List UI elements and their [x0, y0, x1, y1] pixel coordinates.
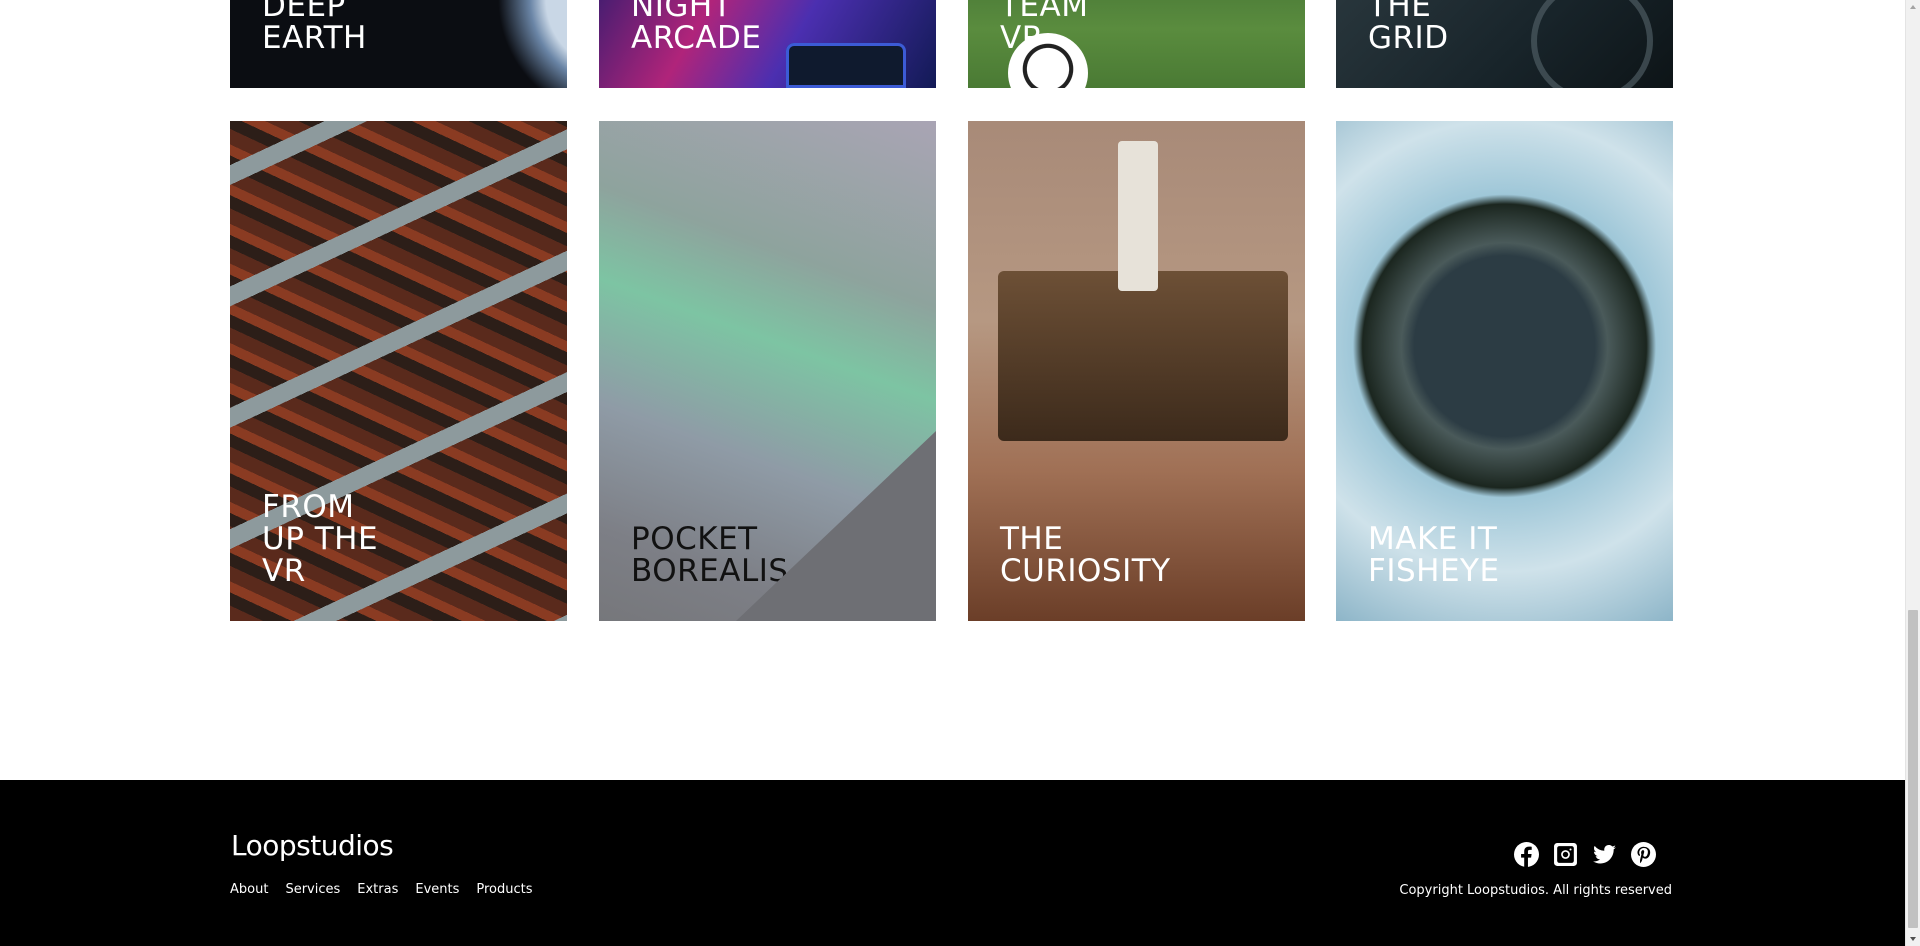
- card-title: Team VR: [1000, 0, 1089, 56]
- twitter-icon[interactable]: [1592, 842, 1617, 867]
- card-title: Pocket Borealis: [631, 521, 789, 589]
- scroll-up-arrow-icon[interactable]: [1910, 5, 1916, 9]
- footer-link-events[interactable]: Events: [415, 882, 459, 897]
- pinterest-icon[interactable]: [1631, 842, 1656, 867]
- card-title: Make it Fisheye: [1368, 521, 1500, 589]
- card-deep-earth[interactable]: Deep Earth: [230, 0, 567, 88]
- footer-link-about[interactable]: About: [230, 882, 268, 897]
- footer-link-extras[interactable]: Extras: [357, 882, 398, 897]
- card-title: From Up the VR: [262, 489, 379, 589]
- creations-grid: Deep Earth Night Arcade Team VR The Grid…: [230, 0, 1673, 780]
- card-from-up-the-vr[interactable]: From Up the VR: [230, 121, 567, 621]
- card-title: Deep Earth: [262, 0, 367, 56]
- card-title: The Curiosity: [1000, 521, 1171, 589]
- card-title: The Grid: [1368, 0, 1449, 56]
- card-night-arcade[interactable]: Night Arcade: [599, 0, 936, 88]
- footer-logo[interactable]: Loopstudios: [231, 829, 394, 862]
- card-the-grid[interactable]: The Grid: [1336, 0, 1673, 88]
- card-pocket-borealis[interactable]: Pocket Borealis: [599, 121, 936, 621]
- card-make-it-fisheye[interactable]: Make it Fisheye: [1336, 121, 1673, 621]
- footer-link-products[interactable]: Products: [476, 882, 532, 897]
- copyright-text: Copyright Loopstudios. All rights reserv…: [1399, 883, 1672, 898]
- facebook-icon[interactable]: [1514, 842, 1539, 867]
- scrollbar-thumb[interactable]: [1908, 610, 1918, 928]
- page-scrollbar[interactable]: [1905, 0, 1920, 946]
- card-the-curiosity[interactable]: The Curiosity: [968, 121, 1305, 621]
- scroll-down-arrow-icon[interactable]: [1910, 937, 1916, 941]
- social-links: [1514, 842, 1656, 867]
- card-title: Night Arcade: [631, 0, 762, 56]
- site-footer: Loopstudios About Services Extras Events…: [0, 780, 1905, 946]
- instagram-icon[interactable]: [1553, 842, 1578, 867]
- footer-nav: About Services Extras Events Products: [230, 882, 533, 897]
- footer-link-services[interactable]: Services: [285, 882, 340, 897]
- card-team-vr[interactable]: Team VR: [968, 0, 1305, 88]
